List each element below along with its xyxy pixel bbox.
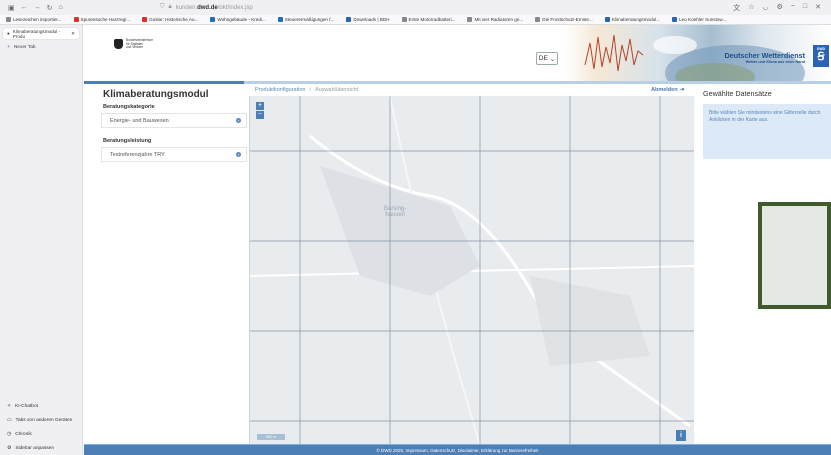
lock-icon: 🔒︎: [168, 4, 172, 10]
service-select[interactable]: Testreferenzjahre TRY +: [101, 147, 247, 162]
bookmark-item[interactable]: Erste Motorradbatteri...: [401, 17, 455, 22]
dwd-title: Deutscher Wetterdienst Wetter und Klima …: [724, 51, 805, 64]
bookmark-icon: [6, 17, 11, 22]
page-footer[interactable]: © DWD 2025, Impressum, Datenschutz, Disc…: [84, 444, 831, 455]
bookmark-icon: [535, 17, 541, 22]
selection-panel: Gewählte Datensätze Bitte wählen Sie min…: [696, 84, 831, 445]
settings-icon: ⚙: [7, 446, 12, 451]
maximize-icon[interactable]: □: [803, 3, 807, 13]
bookmark-icon: [346, 17, 352, 22]
page-header: Bundesministerium für Digitales und Verk…: [84, 25, 831, 84]
bookmark-item[interactable]: Downloads | BDH: [346, 17, 390, 22]
nav-buttons: ▣ ← → ↻ ⌂: [0, 4, 120, 12]
bookmark-item[interactable]: Steuerermäßigungen f...: [277, 17, 334, 22]
pocket-icon[interactable]: ◡: [762, 3, 768, 13]
sidebar-link-devices[interactable]: ▭ Tabs von anderen Geräten: [7, 418, 72, 423]
sidebar-links: ✧ KI-Chatbot ▭ Tabs von anderen Geräten ◷ C…: [7, 404, 72, 451]
breadcrumb: Produktkonfiguration / Auswahlübersicht: [255, 87, 359, 93]
dwd-logo[interactable]: DWD Ꞩ: [813, 45, 829, 67]
bookmark-icon: [604, 17, 610, 22]
browser-toolbar: ▣ ← → ↻ ⌂ ⛉ 🔒︎ kunden.dwd.de/okt/index.j…: [0, 0, 831, 15]
selection-box: [758, 202, 831, 309]
web-page: Bundesministerium für Digitales und Verk…: [84, 25, 831, 455]
breadcrumb-current: Auswahlübersicht: [314, 87, 359, 93]
minimize-icon[interactable]: −: [791, 3, 795, 13]
bookmark-icon: [73, 17, 79, 22]
eagle-icon: [114, 39, 123, 49]
devices-icon: ▭: [7, 418, 12, 423]
address-bar[interactable]: ⛉ 🔒︎ kunden.dwd.de/okt/index.jsp: [160, 2, 560, 13]
sidebar-link-history[interactable]: ◷ Chronik: [7, 432, 72, 437]
module-title: Klimaberatungsmodul: [103, 89, 209, 100]
sidebar-link-settings[interactable]: ⚙ Sidebar anpassen: [7, 446, 72, 451]
tab-close-icon[interactable]: ✕: [71, 31, 75, 37]
tab-klimaberatungsmodul[interactable]: ● Klimaberatungsmodul - Produ ✕: [3, 28, 79, 39]
zoom-in-button[interactable]: +: [256, 102, 264, 110]
config-panel: Klimaberatungsmodul Beratungskategorie E…: [101, 85, 247, 162]
bookmark-icon: [401, 17, 407, 22]
browser-sidebar: ● Klimaberatungsmodul - Produ ✕ + Never …: [0, 25, 83, 455]
plus-circle-icon: +: [236, 152, 241, 157]
toolbar-right: 文 ☆ ◡ ⚙ − □ ✕: [733, 3, 831, 13]
bookmark-item[interactable]: Lesezeichen importier...: [6, 17, 62, 22]
logout-button[interactable]: Abmelden ⇥: [651, 87, 684, 93]
info-button[interactable]: i: [676, 430, 686, 441]
tab-title: Klimaberatungsmodul - Produ: [12, 28, 61, 39]
category-select[interactable]: Energie- und Bauwesen +: [101, 113, 247, 128]
selection-hint: Bitte wählen Sie mindestens eine Gitterz…: [703, 104, 831, 159]
close-window-icon[interactable]: ✕: [815, 3, 821, 13]
plus-icon: +: [7, 45, 10, 50]
bookmark-item[interactable]: Spurensuche Harzregi...: [73, 17, 130, 22]
category-label: Beratungskategorie: [103, 104, 155, 110]
bookmarks-bar: Lesezeichen importier... Spurensuche Harz…: [0, 15, 831, 25]
reload-icon[interactable]: ↻: [47, 4, 53, 12]
plus-circle-icon: +: [236, 118, 241, 123]
new-tab-label: Never Tab: [13, 45, 36, 50]
chatbot-icon: ✧: [7, 404, 12, 409]
home-icon[interactable]: ⌂: [59, 4, 63, 12]
history-icon: ◷: [7, 432, 12, 437]
translate-icon[interactable]: 文: [733, 3, 740, 13]
star-icon[interactable]: ☆: [748, 3, 754, 13]
logout-icon: ⇥: [679, 87, 685, 93]
chevron-down-icon: ⌄: [549, 55, 556, 63]
bookmark-icon: [467, 17, 473, 22]
ministry-logo[interactable]: Bundesministerium für Digitales und Verk…: [114, 38, 166, 50]
service-label: Beratungsleistung: [103, 138, 152, 144]
dwd-swirl-icon: Ꞩ: [817, 51, 825, 63]
bookmark-item[interactable]: Mit vier Radiatoren ge...: [467, 17, 523, 22]
bookmark-icon: [210, 17, 216, 22]
bookmark-item[interactable]: Klimaberatungsmodul...: [604, 17, 660, 22]
bookmark-item[interactable]: Leo Koehler Sunstow...: [672, 17, 726, 22]
favicon-icon: ●: [7, 31, 10, 36]
sidebar-link-chatbot[interactable]: ✧ KI-Chatbot: [7, 404, 72, 409]
new-tab-button[interactable]: + Never Tab: [7, 45, 82, 50]
dwd-banner: Deutscher Wetterdienst Wetter und Klima …: [565, 25, 831, 81]
zoom-out-button[interactable]: −: [256, 111, 264, 119]
shield-icon: ⛉: [160, 4, 165, 10]
bookmark-item[interactable]: Goslar: Historische Au...: [142, 17, 198, 22]
bookmark-item[interactable]: Die Frostschutz-Ernste...: [535, 17, 593, 22]
map-scale: 500 m: [257, 434, 285, 440]
map-view[interactable]: Barsing- hausen + − 500 m i: [249, 96, 694, 445]
bookmark-item[interactable]: Wohngebäude - Kredi...: [210, 17, 266, 22]
breadcrumb-link[interactable]: Produktkonfiguration: [255, 87, 305, 93]
bookmark-icon: [142, 17, 148, 22]
sidebar-toggle-icon[interactable]: ▣: [8, 4, 15, 12]
extensions-icon[interactable]: ⚙: [777, 3, 783, 13]
url-text: kunden.dwd.de/okt/index.jsp: [175, 4, 253, 11]
bookmark-icon: [672, 17, 678, 22]
map-grid: [250, 96, 694, 445]
language-select[interactable]: DE ⌄: [536, 52, 558, 65]
selection-title: Gewählte Datensätze: [703, 89, 772, 98]
forward-icon[interactable]: →: [34, 4, 41, 12]
town-label: Barsing- hausen: [384, 206, 407, 218]
bookmark-icon: [277, 17, 283, 22]
back-icon[interactable]: ←: [21, 4, 28, 12]
